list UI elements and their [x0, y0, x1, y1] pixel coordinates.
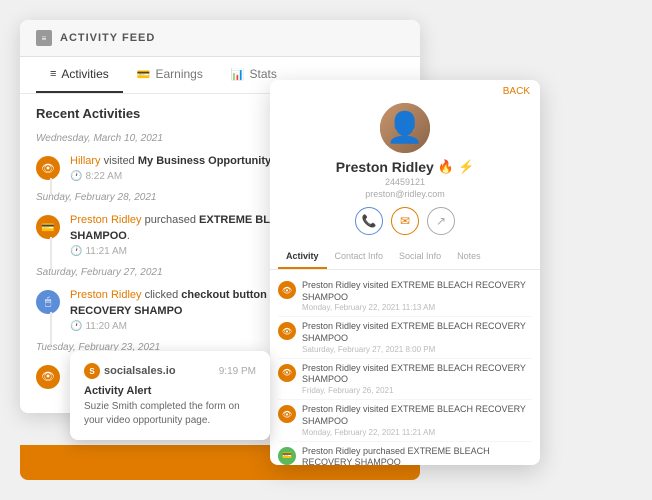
tab-earnings[interactable]: 💳 Earnings	[123, 57, 217, 93]
activity-avatar-2: 💳	[36, 215, 60, 239]
profile-tab-activity[interactable]: Activity	[278, 245, 327, 269]
activities-tab-icon: ≡	[50, 68, 56, 80]
email-button[interactable]: ✉	[391, 207, 419, 235]
notification-title: Activity Alert	[84, 385, 256, 397]
clock-icon-1: 🕐	[70, 171, 82, 182]
profile-activities-list: 👁 Preston Ridley visited EXTREME BLEACH …	[270, 270, 540, 465]
fire-icon: 🔥	[438, 159, 454, 175]
profile-act-time-1: Monday, February 22, 2021 11:13 AM	[302, 303, 532, 312]
profile-tab-social[interactable]: Social Info	[391, 245, 449, 269]
activity-avatar-3: 🖱	[36, 290, 60, 314]
avatar-image	[380, 103, 430, 153]
notification-source: S socialsales.io	[84, 363, 176, 379]
profile-tab-contact[interactable]: Contact Info	[327, 245, 392, 269]
profile-activity-row-4: 👁 Preston Ridley visited EXTREME BLEACH …	[278, 400, 532, 441]
clock-icon-2: 🕐	[70, 246, 82, 257]
stats-tab-icon: 📊	[231, 68, 245, 81]
profile-tabs: Activity Contact Info Social Info Notes	[270, 245, 540, 270]
profile-act-text-3: Preston Ridley visited EXTREME BLEACH RE…	[302, 363, 532, 386]
bolt-icon: ⚡	[458, 159, 474, 175]
profile-actions: 📞 ✉ ↗	[355, 207, 455, 235]
activity-avatar-1: 👁	[36, 156, 60, 180]
profile-card: BACK Preston Ridley 🔥 ⚡ 24459121 preston…	[270, 80, 540, 465]
profile-act-time-3: Friday, February 26, 2021	[302, 386, 532, 395]
profile-act-text-1: Preston Ridley visited EXTREME BLEACH RE…	[302, 280, 532, 303]
profile-top: Preston Ridley 🔥 ⚡ 24459121 preston@ridl…	[270, 103, 540, 245]
activity-name-1: Hillary	[70, 155, 101, 167]
profile-avatar	[380, 103, 430, 153]
card-header: ≡ ACTIVITY FEED	[20, 20, 420, 57]
notification-body: Suzie Smith completed the form on your v…	[84, 400, 256, 428]
profile-act-icon-3: 👁	[278, 364, 296, 382]
profile-act-text-4: Preston Ridley visited EXTREME BLEACH RE…	[302, 404, 532, 427]
header-icon: ≡	[36, 30, 52, 46]
profile-act-icon-2: 👁	[278, 322, 296, 340]
notification-time: 9:19 PM	[219, 366, 256, 377]
profile-activity-row-3: 👁 Preston Ridley visited EXTREME BLEACH …	[278, 359, 532, 400]
activity-name-2: Preston Ridley	[70, 214, 142, 226]
activity-name-3: Preston Ridley	[70, 289, 142, 301]
profile-act-icon-4: 👁	[278, 405, 296, 423]
tab-activities[interactable]: ≡ Activities	[36, 57, 123, 93]
clock-icon-3: 🕐	[70, 321, 82, 332]
profile-back-button[interactable]: BACK	[270, 80, 540, 103]
activity-avatar-4: 👁	[36, 365, 60, 389]
profile-tab-notes[interactable]: Notes	[449, 245, 489, 269]
notification-source-icon: S	[84, 363, 100, 379]
profile-act-text-5: Preston Ridley purchased EXTREME BLEACH …	[302, 446, 532, 466]
share-button[interactable]: ↗	[427, 207, 455, 235]
profile-act-time-4: Monday, February 22, 2021 11:21 AM	[302, 428, 532, 437]
phone-button[interactable]: 📞	[355, 207, 383, 235]
earnings-tab-icon: 💳	[137, 68, 151, 81]
profile-act-time-2: Saturday, February 27, 2021 8:00 PM	[302, 345, 532, 354]
profile-name: Preston Ridley 🔥 ⚡	[336, 159, 474, 175]
profile-id: 24459121	[385, 177, 425, 187]
profile-act-icon-5: 💳	[278, 447, 296, 465]
profile-activity-row-5: 💳 Preston Ridley purchased EXTREME BLEAC…	[278, 442, 532, 466]
profile-activity-row-2: 👁 Preston Ridley visited EXTREME BLEACH …	[278, 317, 532, 358]
profile-act-text-2: Preston Ridley visited EXTREME BLEACH RE…	[302, 321, 532, 344]
section-title: Recent Activities	[36, 106, 140, 121]
profile-act-icon-1: 👁	[278, 281, 296, 299]
card-title: ACTIVITY FEED	[60, 32, 155, 44]
notification-header: S socialsales.io 9:19 PM	[84, 363, 256, 379]
notification-popup: S socialsales.io 9:19 PM Activity Alert …	[70, 351, 270, 440]
profile-activity-row-1: 👁 Preston Ridley visited EXTREME BLEACH …	[278, 276, 532, 317]
profile-email: preston@ridley.com	[365, 189, 445, 199]
